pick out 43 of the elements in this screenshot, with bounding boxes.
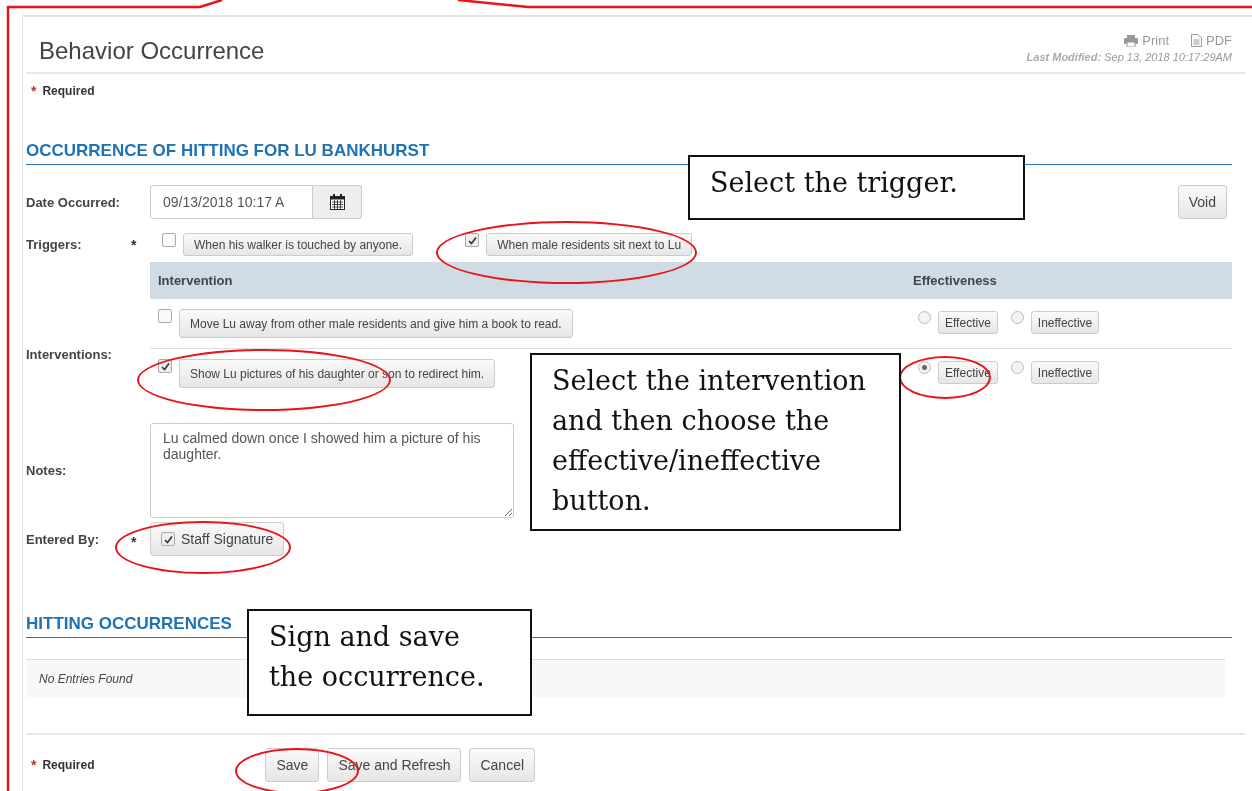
save-button[interactable]: Save [265,748,320,782]
required-label: Required [42,758,95,772]
trigger-option[interactable]: When his walker is touched by anyone. [183,233,414,256]
trigger-option[interactable]: When male residents sit next to Lu [486,233,693,256]
radio-button[interactable] [918,311,931,324]
last-modified-text: Last Modified: Sep 13, 2018 10:17:29AM [1026,51,1232,63]
radio-button[interactable] [1010,361,1024,374]
intervention-option[interactable]: Move Lu away from other male residents and give him a book to read. [179,309,573,338]
notes-field[interactable]: Lu calmed down once I showed him a picture of his daughter. [150,423,514,518]
required-marker: * [31,83,37,99]
field-label: Interventions: [26,346,113,362]
effectiveness-option[interactable]: Effective [938,311,998,334]
checkbox[interactable] [162,233,176,247]
field-label: Date Occurred: [26,194,121,210]
page-title: Behavior Occurrence [39,36,265,66]
radio-button[interactable] [1010,311,1024,324]
field-label: Triggers: [26,237,83,252]
checkbox[interactable] [161,532,175,546]
radio-button[interactable] [918,361,931,374]
calendar-icon [329,194,345,210]
field-label: Notes: [26,463,68,478]
required-label: Required [42,84,95,98]
void-button[interactable]: Void [1177,185,1227,219]
checkbox[interactable] [158,359,172,373]
checkbox[interactable] [158,309,172,323]
instruction-callout: Sign and save the occurrence. [247,609,532,716]
instruction-callout: Select the trigger. [688,155,1025,220]
instruction-callout: Select the intervention and then choose the effective/ineffective button. [530,353,901,531]
checkbox[interactable] [465,233,480,247]
effectiveness-option[interactable]: Ineffective [1030,311,1100,334]
effectiveness-option[interactable]: Ineffective [1030,361,1100,384]
document-icon [1191,34,1202,47]
column-header: Intervention [150,262,905,299]
required-marker: * [131,533,138,550]
staff-signature-button[interactable]: Staff Signature [150,522,285,556]
printer-icon [1124,34,1139,47]
calendar-button[interactable] [313,185,362,219]
required-marker: * [131,236,138,253]
column-header: Effectiveness [905,262,1232,299]
field-label: Entered By: [26,531,100,547]
cancel-button[interactable]: Cancel [469,748,536,782]
required-marker: * [31,757,37,773]
date-input[interactable]: 09/13/2018 10:17 A [150,185,313,219]
